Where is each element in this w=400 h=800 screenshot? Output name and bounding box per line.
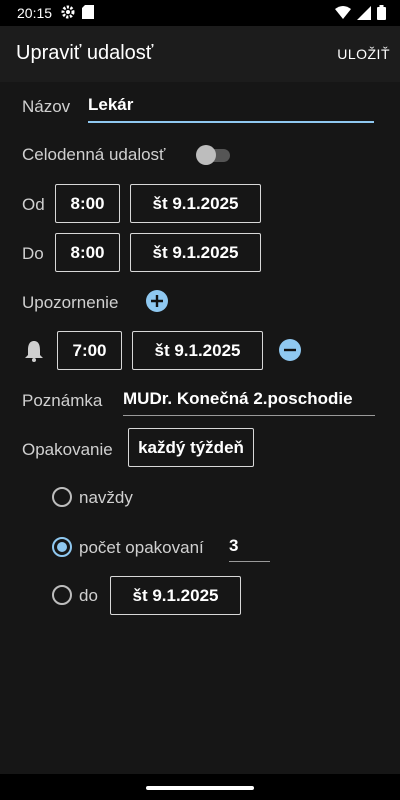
reminder-date-button[interactable]: št 9.1.2025	[132, 331, 263, 370]
repeat-label: Opakovanie	[22, 440, 113, 459]
all-day-toggle-thumb[interactable]	[196, 145, 216, 165]
repeat-value: každý týždeň	[138, 437, 244, 457]
repeat-select[interactable]: každý týždeň	[128, 428, 254, 467]
from-date-button[interactable]: št 9.1.2025	[130, 184, 261, 223]
reminder-time-button[interactable]: 7:00	[57, 331, 122, 370]
to-label: Do	[22, 244, 44, 263]
reminder-date-value: št 9.1.2025	[154, 340, 241, 360]
to-time-button[interactable]: 8:00	[55, 233, 120, 272]
gear-icon	[60, 4, 76, 23]
radio-until-label: do	[79, 586, 98, 605]
note-value: MUDr. Konečná 2.poschodie	[123, 389, 353, 408]
remove-reminder-button[interactable]	[279, 339, 301, 361]
radio-forever-label: navždy	[79, 488, 133, 507]
minus-icon	[284, 348, 296, 352]
repeat-count-input[interactable]: 3	[229, 536, 270, 562]
from-time-value: 8:00	[70, 193, 105, 213]
reminder-time-value: 7:00	[72, 340, 107, 360]
from-date-value: št 9.1.2025	[152, 193, 239, 213]
to-time-value: 8:00	[70, 242, 105, 262]
save-button[interactable]: ULOŽIŤ	[337, 46, 390, 62]
signal-icon	[357, 5, 371, 23]
name-value: Lekár	[88, 95, 134, 114]
wifi-icon	[335, 5, 351, 23]
until-date-button[interactable]: št 9.1.2025	[110, 576, 241, 615]
reminder-label: Upozornenie	[22, 293, 119, 312]
battery-icon	[377, 5, 386, 23]
name-input[interactable]: Lekár	[88, 95, 374, 123]
add-reminder-button[interactable]	[146, 290, 168, 312]
sd-card-icon	[82, 4, 95, 22]
page-title: Upraviť udalosť	[16, 42, 154, 64]
note-input[interactable]: MUDr. Konečná 2.poschodie	[123, 389, 375, 416]
navigation-bar	[0, 774, 400, 800]
radio-count-label: počet opakovaní	[79, 538, 204, 557]
name-label: Názov	[22, 97, 71, 116]
home-gesture-handle[interactable]	[146, 786, 254, 790]
app-bar: Upraviť udalosť ULOŽIŤ	[0, 26, 400, 82]
bell-icon	[24, 340, 44, 367]
all-day-label: Celodenná udalosť	[22, 145, 166, 164]
note-label: Poznámka	[22, 391, 103, 410]
status-time: 20:15	[17, 5, 53, 21]
repeat-count-value: 3	[229, 536, 239, 555]
to-date-button[interactable]: št 9.1.2025	[130, 233, 261, 272]
radio-until[interactable]	[52, 585, 72, 605]
to-date-value: št 9.1.2025	[152, 242, 239, 262]
until-date-value: št 9.1.2025	[132, 585, 219, 605]
plus-icon	[151, 295, 163, 307]
from-label: Od	[22, 195, 45, 214]
status-bar: 20:15	[0, 0, 400, 26]
radio-count[interactable]	[52, 537, 72, 557]
radio-forever[interactable]	[52, 487, 72, 507]
from-time-button[interactable]: 8:00	[55, 184, 120, 223]
